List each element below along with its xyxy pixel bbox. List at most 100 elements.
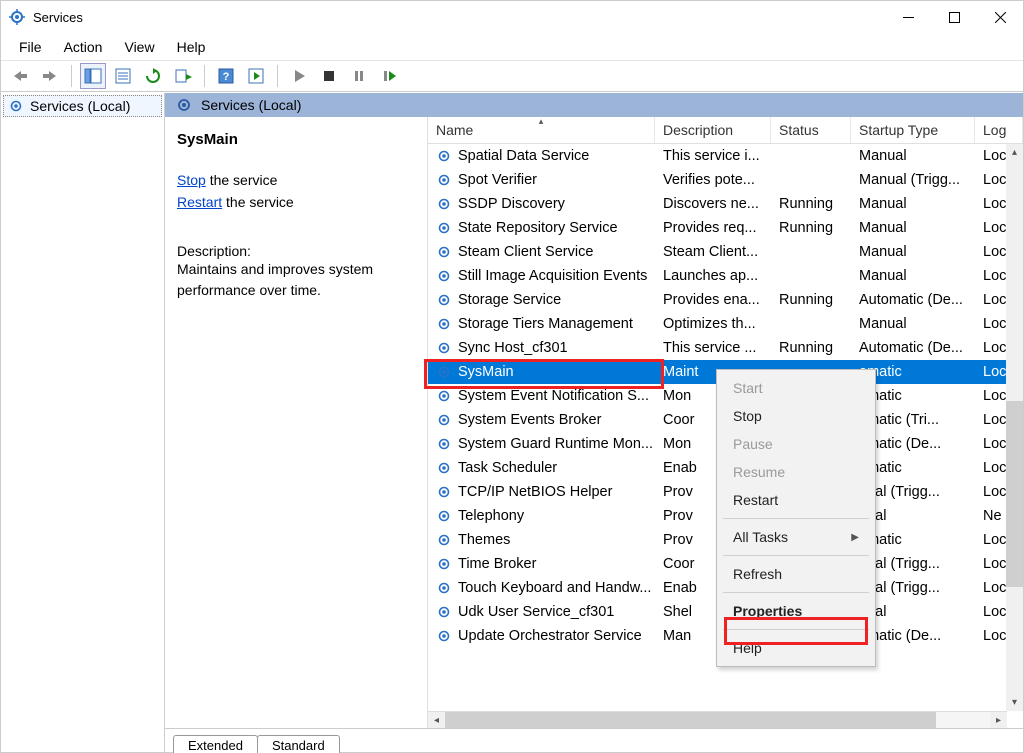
column-name[interactable]: Name▴ <box>428 117 655 143</box>
service-startup: Manual <box>851 244 975 260</box>
service-name: SysMain <box>458 364 514 380</box>
context-menu-all-tasks[interactable]: All Tasks▶ <box>717 523 875 551</box>
help-toolbar-button[interactable]: ? <box>213 63 239 89</box>
properties-toolbar-button[interactable] <box>110 63 136 89</box>
service-name: SSDP Discovery <box>458 196 565 212</box>
gear-icon <box>436 508 452 524</box>
service-name: Still Image Acquisition Events <box>458 268 647 284</box>
run-toolbar-button[interactable] <box>243 63 269 89</box>
vertical-scrollbar[interactable]: ▴ ▾ <box>1006 144 1023 711</box>
export-button[interactable] <box>170 63 196 89</box>
menu-file[interactable]: File <box>11 37 50 57</box>
scrollbar-thumb-h[interactable] <box>445 712 936 728</box>
tree-node-services-local[interactable]: Services (Local) <box>3 95 162 117</box>
tab-standard[interactable]: Standard <box>257 735 340 753</box>
toolbar: ? <box>1 60 1023 92</box>
service-row[interactable]: State Repository Service Provides req...R… <box>428 216 1023 240</box>
refresh-button[interactable] <box>140 63 166 89</box>
gear-icon <box>436 316 452 332</box>
context-menu-refresh[interactable]: Refresh <box>717 560 875 588</box>
service-status: Running <box>771 340 851 356</box>
service-status: Running <box>771 220 851 236</box>
service-name: Touch Keyboard and Handw... <box>458 580 651 596</box>
service-row[interactable]: Spot VerifierVerifies pote...Manual (Tri… <box>428 168 1023 192</box>
pause-service-button[interactable] <box>346 63 372 89</box>
restart-service-button[interactable] <box>376 63 402 89</box>
gear-icon <box>436 268 452 284</box>
tab-extended[interactable]: Extended <box>173 735 258 753</box>
service-row[interactable]: Steam Client ServiceSteam Client...Manua… <box>428 240 1023 264</box>
close-button[interactable] <box>977 1 1023 33</box>
forward-button[interactable] <box>37 63 63 89</box>
service-description: Optimizes th... <box>655 316 771 332</box>
view-tabs: Extended Standard <box>165 728 1023 752</box>
menu-help[interactable]: Help <box>169 37 214 57</box>
panel-title: Services (Local) <box>201 97 301 113</box>
service-row[interactable]: Sync Host_cf301This service ...RunningAu… <box>428 336 1023 360</box>
context-menu-pause: Pause <box>717 430 875 458</box>
column-logon-as[interactable]: Log <box>975 117 1023 143</box>
service-startup: Manual <box>851 316 975 332</box>
service-description: Verifies pote... <box>655 172 771 188</box>
gear-icon <box>436 532 452 548</box>
scroll-down-icon[interactable]: ▾ <box>1006 694 1023 711</box>
context-menu: StartStopPauseResumeRestartAll Tasks▶Ref… <box>716 369 876 667</box>
services-icon <box>9 9 25 25</box>
stop-service-link[interactable]: Stop <box>177 172 206 188</box>
gear-icon <box>436 412 452 428</box>
service-startup: Manual <box>851 196 975 212</box>
service-description: Provides req... <box>655 220 771 236</box>
context-menu-stop[interactable]: Stop <box>717 402 875 430</box>
service-startup: Automatic (De... <box>851 292 975 308</box>
titlebar: Services <box>1 1 1023 33</box>
svg-text:?: ? <box>223 71 230 83</box>
column-status[interactable]: Status <box>771 117 851 143</box>
service-name: Spatial Data Service <box>458 148 589 164</box>
gear-icon <box>436 196 452 212</box>
service-name: Steam Client Service <box>458 244 593 260</box>
scroll-up-icon[interactable]: ▴ <box>1006 144 1023 161</box>
service-row[interactable]: Still Image Acquisition Events Launches a… <box>428 264 1023 288</box>
service-name: Spot Verifier <box>458 172 537 188</box>
column-description[interactable]: Description <box>655 117 771 143</box>
service-name: Time Broker <box>458 556 536 572</box>
menu-view[interactable]: View <box>116 37 162 57</box>
service-row[interactable]: SSDP DiscoveryDiscovers ne...RunningManu… <box>428 192 1023 216</box>
context-menu-properties[interactable]: Properties <box>717 597 875 625</box>
gear-icon <box>436 220 452 236</box>
gear-icon <box>436 340 452 356</box>
service-row[interactable]: Storage Tiers Management Optimizes th... M… <box>428 312 1023 336</box>
gear-icon <box>436 364 452 380</box>
service-description: This service i... <box>655 148 771 164</box>
tree-pane: Services (Local) <box>1 93 165 752</box>
service-startup: Manual <box>851 148 975 164</box>
service-status: Running <box>771 196 851 212</box>
stop-suffix: the service <box>206 172 278 188</box>
service-description: Launches ap... <box>655 268 771 284</box>
restart-service-link[interactable]: Restart <box>177 194 222 210</box>
start-service-button[interactable] <box>286 63 312 89</box>
maximize-button[interactable] <box>931 1 977 33</box>
context-menu-restart[interactable]: Restart <box>717 486 875 514</box>
service-name: Update Orchestrator Service <box>458 628 642 644</box>
services-window: Services File Action View Help ? Service <box>0 0 1024 753</box>
back-button[interactable] <box>7 63 33 89</box>
gear-icon <box>436 604 452 620</box>
show-hide-tree-button[interactable] <box>80 63 106 89</box>
menu-separator <box>723 518 869 519</box>
minimize-button[interactable] <box>885 1 931 33</box>
service-name: Sync Host_cf301 <box>458 340 568 356</box>
menu-action[interactable]: Action <box>56 37 111 57</box>
scroll-right-icon[interactable]: ▸ <box>990 712 1007 729</box>
service-row[interactable]: Spatial Data Service This service i... Man… <box>428 144 1023 168</box>
column-startup-type[interactable]: Startup Type <box>851 117 975 143</box>
scrollbar-thumb[interactable] <box>1006 401 1023 588</box>
scroll-left-icon[interactable]: ◂ <box>428 712 445 729</box>
service-name: Storage Tiers Management <box>458 316 633 332</box>
horizontal-scrollbar[interactable]: ◂ ▸ <box>428 711 1007 728</box>
service-row[interactable]: Storage ServiceProvides ena...RunningAut… <box>428 288 1023 312</box>
context-menu-start: Start <box>717 374 875 402</box>
service-name: State Repository Service <box>458 220 618 236</box>
context-menu-help[interactable]: Help <box>717 634 875 662</box>
stop-service-button[interactable] <box>316 63 342 89</box>
